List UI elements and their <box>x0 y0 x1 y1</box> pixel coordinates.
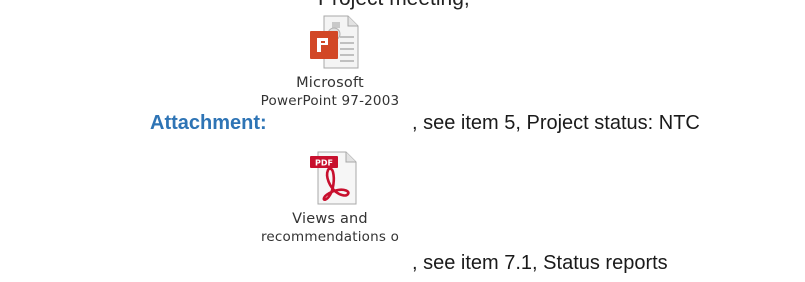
attachment-caption: Microsoft PowerPoint 97-2003 <box>252 74 408 110</box>
attachment-label: Attachment: <box>150 112 267 134</box>
powerpoint-attachment[interactable]: Microsoft PowerPoint 97-2003 <box>256 14 416 124</box>
attachments-page: { "top_text": "Project meeting,", "attac… <box>0 0 805 282</box>
pdf-badge: PDF <box>315 159 333 168</box>
attachment-caption-line1: Views and <box>292 211 368 227</box>
pdf-attachment[interactable]: PDF Views and recommendations o <box>256 150 416 268</box>
powerpoint-file-icon <box>310 15 359 69</box>
clipped-heading-text: Project meeting, <box>318 0 470 11</box>
attachment-caption-line2: recommendations o <box>260 229 400 245</box>
attachment-caption-line2: PowerPoint 97-2003 <box>260 93 400 109</box>
attachment-caption: Views and recommendations o <box>252 210 408 246</box>
attachment-caption-line1: Microsoft <box>296 75 364 91</box>
pdf-file-icon: PDF <box>310 151 357 205</box>
attachment-description: , see item 5, Project status: NTC <box>412 112 700 134</box>
attachment-description: , see item 7.1, Status reports <box>412 252 668 274</box>
